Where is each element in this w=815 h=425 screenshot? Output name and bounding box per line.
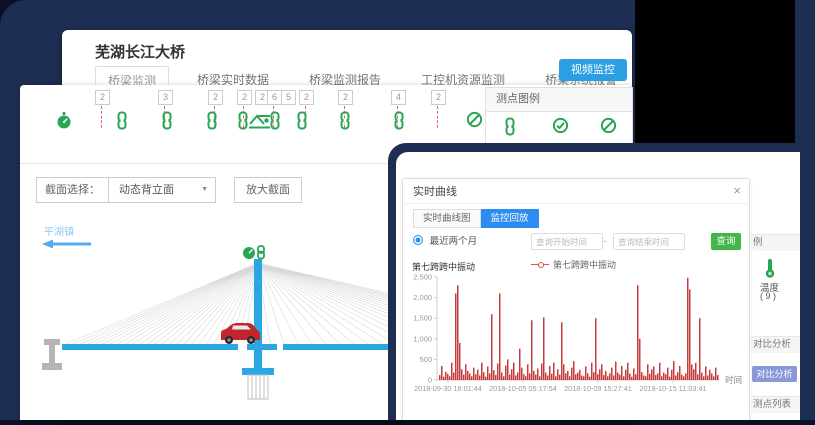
sensor-count-badge[interactable]: 2 <box>338 90 353 105</box>
query-end-time-input[interactable] <box>613 233 685 250</box>
section-select-bar: 截面选择： 动态背立面 ▼ 放大截面 <box>36 177 302 203</box>
svg-text:500: 500 <box>419 355 432 364</box>
video-monitor-button[interactable]: 视频监控 <box>559 59 627 81</box>
section-select-dropdown[interactable]: 动态背立面 ▼ <box>109 177 216 203</box>
ban-icon <box>600 117 617 139</box>
page-title: 芜湖长江大桥 <box>95 41 185 62</box>
sensor-count-badge[interactable]: 2 <box>237 90 252 105</box>
bridge-deck <box>62 344 238 350</box>
svg-text:2018-09-30 16:01:44: 2018-09-30 16:01:44 <box>414 384 482 393</box>
svg-text:时间: 时间 <box>725 375 742 385</box>
svg-text:2,500: 2,500 <box>413 273 432 282</box>
compare-section-header: 对比分析 <box>750 336 800 353</box>
pile-foundation <box>248 375 268 399</box>
query-button[interactable]: 查询 <box>711 233 741 250</box>
svg-text:2,000: 2,000 <box>413 293 432 302</box>
svg-text:2018-10-09 15:27:41: 2018-10-09 15:27:41 <box>564 384 632 393</box>
link-icon[interactable] <box>116 111 128 135</box>
range-separator: - <box>599 233 611 250</box>
svg-text:2018-10-15 11:03:41: 2018-10-15 11:03:41 <box>639 384 706 393</box>
link-icon[interactable] <box>269 111 281 135</box>
chart-title: 第七跨跨中振动 <box>412 260 475 273</box>
dialog-tab-监控回放[interactable]: 监控回放 <box>481 209 539 228</box>
sensor-count-badge[interactable]: 3 <box>158 90 173 105</box>
section-select-label: 截面选择： <box>36 177 109 203</box>
query-start-time-input[interactable] <box>531 233 603 250</box>
sensor-count-badge[interactable]: 2 <box>431 90 446 105</box>
sensor-count-badge[interactable]: 2 <box>299 90 314 105</box>
dialog-tab-bar: 实时曲线图监控回放 <box>413 209 539 228</box>
sensor-count-badge[interactable]: 2 <box>208 90 223 105</box>
radio-label: 最近两个月 <box>430 236 478 247</box>
right-panel-fragment: 例 温度 ( 9 ) 对比分析 对比分析 测点列表 <box>750 152 800 420</box>
section-select-value: 动态背立面 <box>119 184 174 196</box>
legend-label: 第七跨跨中振动 <box>553 258 616 271</box>
sensor-count-badge[interactable]: 6 <box>267 90 282 105</box>
radio-last-two-months[interactable] <box>413 235 423 245</box>
svg-text:2018-10-05 05:17:54: 2018-10-05 05:17:54 <box>489 384 557 393</box>
chevron-down-icon: ▼ <box>201 178 208 202</box>
legend-header-fragment: 例 <box>750 234 800 251</box>
link-icon[interactable] <box>206 111 218 135</box>
close-icon[interactable]: × <box>733 179 741 203</box>
point-list-header: 测点列表 <box>750 396 800 413</box>
sensor-dash-line <box>101 106 102 128</box>
realtime-curve-window: 实时曲线 × 实时曲线图监控回放 最近两个月 - 查询 第七跨跨中振动 第七跨跨… <box>388 143 815 420</box>
link-icon[interactable] <box>339 111 351 135</box>
pile-cap <box>242 368 274 375</box>
left-pier <box>42 339 62 370</box>
bearing-icon[interactable] <box>248 111 271 135</box>
svg-text:1,500: 1,500 <box>413 314 432 323</box>
sensor-count-badge[interactable]: 4 <box>391 90 406 105</box>
gauge-icon[interactable] <box>56 111 72 135</box>
svg-text:1,000: 1,000 <box>413 334 432 343</box>
vibration-bar-chart: 05001,0001,5002,0002,5002018-09-30 16:01… <box>403 273 749 403</box>
dialog-tab-实时曲线图[interactable]: 实时曲线图 <box>413 209 481 228</box>
link-icon[interactable] <box>393 111 405 135</box>
compare-analysis-button[interactable]: 对比分析 <box>752 366 797 382</box>
vibration-chart: 第七跨跨中振动 第七跨跨中振动 05001,0001,5002,0002,500… <box>403 257 749 420</box>
measure-point-legend-panel: 测点图例 <box>485 87 633 145</box>
sensor-count-badge[interactable]: 5 <box>281 90 296 105</box>
ban-icon[interactable] <box>466 111 483 133</box>
bridge-tower <box>254 259 262 368</box>
bridge-side-label: 平湖镇 <box>44 225 74 238</box>
dialog-header: 实时曲线 × <box>403 179 749 204</box>
thermometer-icon <box>764 258 776 282</box>
link-icon[interactable] <box>296 111 308 135</box>
link-icon[interactable] <box>161 111 173 135</box>
blank-video-area <box>635 0 795 143</box>
chart-legend: 第七跨跨中振动 <box>531 258 616 271</box>
legend-panel-title: 测点图例 <box>486 88 632 112</box>
temperature-count: ( 9 ) <box>760 291 776 301</box>
legend-marker-icon <box>531 264 549 265</box>
sensor-count-badge[interactable]: 2 <box>95 90 110 105</box>
dialog-title: 实时曲线 <box>403 186 457 198</box>
realtime-curve-dialog: 实时曲线 × 实时曲线图监控回放 最近两个月 - 查询 第七跨跨中振动 第七跨跨… <box>402 178 750 420</box>
check-icon <box>552 117 569 139</box>
sensor-dash-line <box>437 106 438 128</box>
link-icon <box>504 117 516 141</box>
query-controls: 最近两个月 - 查询 <box>413 233 741 251</box>
enlarge-section-button[interactable]: 放大截面 <box>234 177 302 203</box>
direction-arrow-icon <box>42 240 91 249</box>
